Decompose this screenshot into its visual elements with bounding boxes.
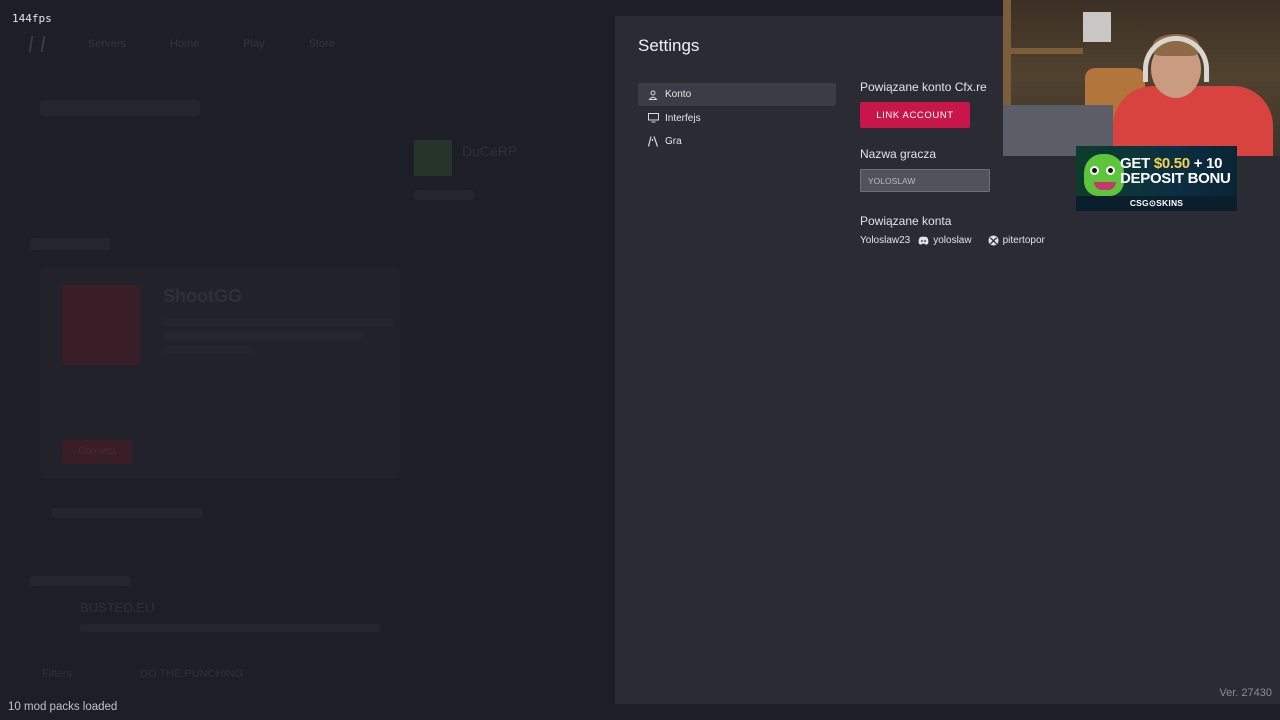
background-search[interactable] — [40, 100, 200, 116]
monitor-icon — [647, 112, 659, 124]
poster — [1083, 12, 1111, 42]
server-icon — [414, 140, 452, 176]
nav-item[interactable]: Play — [243, 38, 264, 50]
section-heading — [30, 576, 130, 586]
server-desc-line — [80, 624, 380, 632]
menu-item-interfejs[interactable]: Interfejs — [638, 107, 836, 130]
menu-item-konto[interactable]: Konto — [638, 83, 836, 106]
game-icon — [647, 136, 659, 148]
featured-desc-line — [163, 346, 253, 354]
footer-link[interactable]: DO THE PUNCHING — [140, 668, 243, 680]
linked-accounts-label: Powiązane konta — [860, 214, 952, 228]
discord-icon — [918, 236, 929, 245]
nav-item[interactable]: Store — [309, 38, 335, 50]
xbox-icon — [988, 235, 999, 246]
linked-account-steam: Yoloslaw23 — [860, 235, 910, 246]
nav-item[interactable]: Home — [170, 38, 199, 50]
nav-item[interactable]: Servers — [88, 38, 126, 50]
connect-label: Connect — [78, 446, 116, 457]
fps-counter: 144fps — [12, 12, 52, 25]
menu-item-gra[interactable]: Gra — [638, 130, 836, 153]
featured-server-image — [62, 285, 140, 365]
featured-desc-line — [163, 318, 393, 326]
server-info-line — [52, 508, 202, 518]
account-name: Yoloslaw23 — [860, 235, 911, 246]
connect-button[interactable]: Connect — [62, 440, 132, 464]
section-heading — [30, 238, 110, 250]
user-icon — [647, 89, 659, 101]
mascot-eye — [1090, 166, 1099, 175]
account-name: pitertopor — [1002, 235, 1045, 246]
linked-accounts-list: Yoloslaw23 yoloslaw pitertopor — [860, 235, 1260, 246]
ad-mascot-icon — [1084, 154, 1124, 196]
featured-server-name: ShootGG — [163, 286, 242, 306]
menu-item-label: Gra — [665, 136, 682, 147]
settings-title: Settings — [638, 36, 700, 55]
background-nav: Servers Home Play Store — [28, 36, 335, 52]
menu-item-label: Interfejs — [665, 112, 701, 124]
menu-item-label: Konto — [665, 89, 692, 100]
version-label: Ver. 27430 — [1219, 687, 1272, 699]
linked-account-xbox: pitertopor — [988, 235, 1045, 246]
settings-menu: Konto Interfejs Gra — [638, 83, 836, 154]
server-tag — [414, 190, 474, 200]
mascot-eye — [1106, 166, 1115, 175]
webcam-overlay — [1003, 0, 1280, 156]
account-name: yoloslaw — [933, 235, 972, 246]
sponsor-ad-banner[interactable]: GET $0.50 + 10 DEPOSIT BONU CSG⊙SKINS — [1076, 146, 1237, 211]
cfx-logo-icon — [28, 36, 46, 52]
mod-packs-status: 10 mod packs loaded — [8, 701, 118, 713]
ad-brand: CSG⊙SKINS — [1076, 196, 1237, 211]
player-name-input[interactable] — [860, 169, 990, 192]
shelf-board — [1003, 48, 1083, 54]
linked-account-discord: yoloslaw — [918, 235, 972, 246]
link-account-button[interactable]: LINK ACCOUNT — [860, 102, 970, 128]
mascot-mouth — [1094, 182, 1116, 190]
filters-link[interactable]: Filters — [42, 668, 72, 680]
server-name: BUSTED.EU — [80, 600, 155, 615]
shelf-post — [1003, 0, 1011, 110]
featured-desc-line — [163, 332, 363, 340]
ad-subheadline: DEPOSIT BONU — [1120, 170, 1231, 187]
server-name: DuCeRP — [462, 143, 518, 159]
